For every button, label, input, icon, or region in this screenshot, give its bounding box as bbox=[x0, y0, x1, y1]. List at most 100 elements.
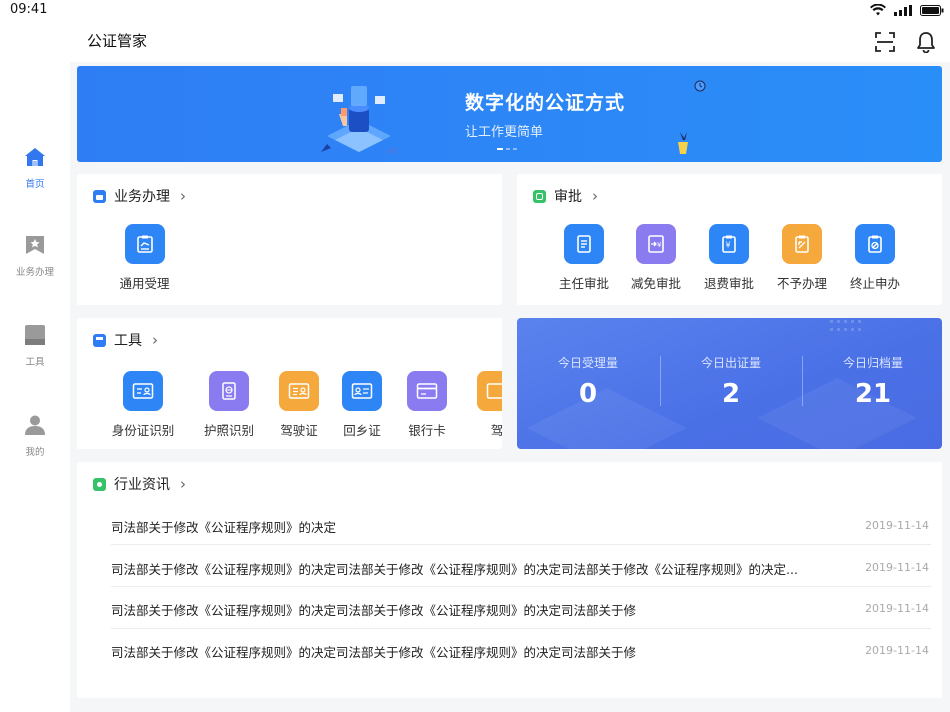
driver-license-icon bbox=[288, 383, 310, 399]
carousel-dot[interactable] bbox=[513, 148, 517, 150]
carousel-indicator[interactable] bbox=[497, 148, 517, 150]
stat-label: 今日出证量 bbox=[700, 356, 761, 370]
news-item-date: 2019-11-14 bbox=[865, 602, 929, 615]
banner-subtitle: 让工作更简单 bbox=[465, 125, 544, 140]
news-item[interactable]: 司法部关于修改《公证程序规则》的决定司法部关于修改《公证程序规则》的决定司法部关… bbox=[111, 559, 929, 579]
news-item-date: 2019-11-14 bbox=[865, 644, 929, 657]
clock-icon bbox=[694, 80, 706, 92]
banner-title: 数字化的公证方式 bbox=[465, 92, 626, 114]
news-item-title: 司法部关于修改《公证程序规则》的决定 bbox=[111, 520, 337, 535]
id-card-icon bbox=[132, 383, 154, 399]
stat-label: 今日归档量 bbox=[842, 356, 903, 370]
sidebar-item-tools[interactable]: 工具 bbox=[0, 324, 70, 368]
tile-label: 护照识别 bbox=[203, 423, 254, 438]
carousel-dot[interactable] bbox=[497, 148, 503, 150]
svg-text:¥: ¥ bbox=[726, 241, 731, 250]
industry-news-card: 行业资讯 › 司法部关于修改《公证程序规则》的决定 2019-11-14 司法部… bbox=[77, 462, 942, 698]
tile-terminate-application[interactable]: 终止申办 bbox=[845, 224, 905, 292]
tile-bank-card[interactable]: 银行卡 bbox=[405, 371, 449, 439]
tile-id-card-recognition[interactable]: 身份证识别 bbox=[107, 371, 179, 439]
divider bbox=[111, 544, 931, 545]
news-item-date: 2019-11-14 bbox=[865, 519, 929, 532]
business-card-title: 业务办理 bbox=[114, 189, 170, 205]
tile-label: 终止申办 bbox=[849, 276, 900, 291]
driver-license-icon bbox=[486, 383, 502, 399]
banner-illustration bbox=[321, 86, 397, 154]
tile-label: 银行卡 bbox=[408, 423, 446, 438]
document-icon bbox=[577, 235, 591, 253]
plant-icon bbox=[678, 132, 688, 154]
business-card-header[interactable]: 业务办理 › bbox=[93, 186, 186, 206]
chevron-right-icon: › bbox=[592, 187, 598, 205]
news-item-title: 司法部关于修改《公证程序规则》的决定司法部关于修改《公证程序规则》的决定司法部关… bbox=[111, 562, 798, 577]
tile-label: 驾驶证 bbox=[280, 423, 318, 438]
approval-card: 审批 › 主任审批 ¥ 减免审批 ¥ 退费审批 不予办理 终止申办 bbox=[517, 174, 942, 305]
sidebar-item-business[interactable]: 业务办理 bbox=[0, 234, 70, 278]
sidebar-item-home[interactable]: 首页 bbox=[0, 146, 70, 190]
tools-card: 工具 › 身份证识别 护照识别 驾驶证 回乡证 银行卡 驾 bbox=[77, 318, 502, 449]
news-item-title: 司法部关于修改《公证程序规则》的决定司法部关于修改《公证程序规则》的决定司法部关… bbox=[111, 645, 637, 660]
svg-text:¥: ¥ bbox=[657, 241, 662, 249]
news-card-header[interactable]: 行业资讯 › bbox=[93, 474, 186, 494]
tile-director-approval[interactable]: 主任审批 bbox=[554, 224, 614, 292]
carousel-dot[interactable] bbox=[506, 148, 510, 150]
tool-icon bbox=[25, 325, 45, 345]
reject-icon bbox=[795, 235, 809, 253]
return-permit-icon bbox=[351, 383, 373, 399]
news-card-title: 行业资讯 bbox=[114, 477, 170, 493]
status-time: 09:41 bbox=[10, 2, 48, 17]
tile-reject-handling[interactable]: 不予办理 bbox=[772, 224, 832, 292]
news-item[interactable]: 司法部关于修改《公证程序规则》的决定司法部关于修改《公证程序规则》的决定司法部关… bbox=[111, 642, 929, 662]
news-item[interactable]: 司法部关于修改《公证程序规则》的决定司法部关于修改《公证程序规则》的决定司法部关… bbox=[111, 600, 929, 620]
tile-label: 退费审批 bbox=[703, 276, 754, 291]
tile-general-acceptance[interactable]: 通用受理 bbox=[107, 224, 182, 292]
bank-card-icon bbox=[416, 383, 438, 399]
tile-label: 减免审批 bbox=[630, 276, 681, 291]
battery-icon bbox=[920, 4, 944, 16]
wifi-icon bbox=[870, 4, 886, 16]
tools-card-title: 工具 bbox=[114, 333, 142, 349]
yuan-refund-icon: ¥ bbox=[722, 235, 736, 253]
tile-driver-license[interactable]: 驾驶证 bbox=[277, 371, 321, 439]
tile-label: 通用受理 bbox=[119, 276, 170, 291]
news-icon bbox=[93, 477, 106, 491]
tile-label: 不予办理 bbox=[776, 276, 827, 291]
folder-icon bbox=[93, 189, 106, 203]
sidebar-item-label: 工具 bbox=[25, 357, 45, 368]
page-title: 公证管家 bbox=[87, 32, 148, 50]
sidebar: 首页 业务办理 工具 我的 bbox=[0, 22, 70, 712]
tools-card-header[interactable]: 工具 › bbox=[93, 330, 158, 350]
passport-icon bbox=[222, 382, 236, 400]
main-content: 公证管家 数字化的公证方式 让工作更简单 业务办理 › 通用受理 审批 › 主任… bbox=[70, 22, 950, 712]
user-icon bbox=[25, 415, 45, 435]
chevron-right-icon: › bbox=[152, 331, 158, 349]
tile-refund-approval[interactable]: ¥ 退费审批 bbox=[699, 224, 759, 292]
sidebar-item-label: 业务办理 bbox=[15, 267, 54, 278]
tile-waiver-approval[interactable]: ¥ 减免审批 bbox=[626, 224, 686, 292]
approval-card-header[interactable]: 审批 › bbox=[533, 186, 598, 206]
divider bbox=[111, 586, 931, 587]
sidebar-item-mine[interactable]: 我的 bbox=[0, 414, 70, 458]
bell-icon[interactable] bbox=[915, 31, 937, 53]
business-card: 业务办理 › 通用受理 bbox=[77, 174, 502, 305]
today-stats-panel: 今日受理量 0 今日出证量 2 今日归档量 21 bbox=[517, 318, 942, 449]
status-bar: 09:41 bbox=[0, 0, 950, 22]
tile-return-permit[interactable]: 回乡证 bbox=[340, 371, 384, 439]
tile-passport-recognition[interactable]: 护照识别 bbox=[201, 371, 257, 439]
clipboard-icon bbox=[136, 235, 153, 253]
stat-value: 0 bbox=[578, 379, 598, 409]
promo-banner[interactable]: 数字化的公证方式 让工作更简单 bbox=[77, 66, 942, 162]
scan-icon[interactable] bbox=[874, 31, 896, 53]
tile-driver-license-partial[interactable]: 驾 bbox=[475, 371, 502, 439]
stat-accepted-today: 今日受理量 0 bbox=[517, 354, 659, 409]
tile-label: 回乡证 bbox=[343, 423, 381, 438]
stat-issued-today: 今日出证量 2 bbox=[660, 354, 802, 409]
yuan-transfer-icon: ¥ bbox=[648, 235, 664, 253]
bookmark-icon bbox=[26, 236, 44, 254]
sidebar-item-label: 首页 bbox=[25, 179, 45, 190]
sidebar-item-label: 我的 bbox=[25, 447, 45, 458]
news-item[interactable]: 司法部关于修改《公证程序规则》的决定 2019-11-14 bbox=[111, 517, 929, 537]
stat-label: 今日受理量 bbox=[557, 356, 618, 370]
tile-label: 驾 bbox=[490, 423, 502, 438]
chevron-right-icon: › bbox=[180, 187, 186, 205]
